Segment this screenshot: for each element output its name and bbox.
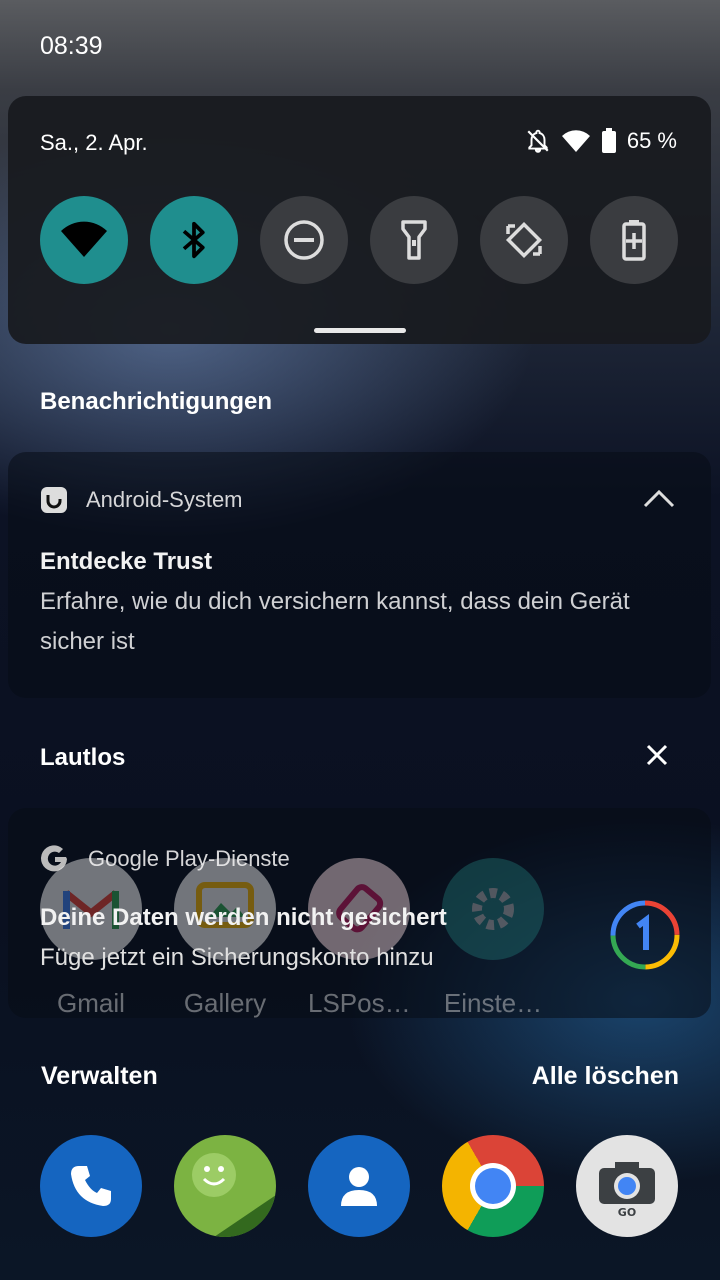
bluetooth-icon — [182, 221, 205, 259]
wifi-status-icon — [561, 129, 591, 153]
silent-notification-title: Deine Daten werden nicht gesichert — [40, 904, 447, 931]
battery-saver-tile[interactable] — [590, 196, 678, 284]
close-icon — [646, 744, 668, 766]
camera-go-icon[interactable]: GO — [576, 1135, 678, 1237]
messaging-icon[interactable] — [174, 1135, 276, 1237]
notification-card-android-system[interactable]: Android-System Entdecke Trust Erfahre, w… — [8, 452, 711, 698]
app-label: Gallery — [183, 988, 267, 1018]
silent-notification-text: Füge jetzt ein Sicherungskonto hinzu — [40, 944, 434, 971]
clear-all-button[interactable]: Alle löschen — [532, 1062, 679, 1091]
app-label: Einste… — [443, 988, 543, 1018]
quick-settings-panel: Sa., 2. Apr. 65 % — [8, 96, 711, 344]
notifications-off-icon — [525, 128, 551, 154]
wifi-icon — [61, 221, 107, 257]
flashlight-icon — [401, 220, 427, 260]
status-time: 08:39 — [40, 32, 103, 60]
bluetooth-tile[interactable] — [150, 196, 238, 284]
auto-rotate-icon — [505, 221, 543, 259]
auto-rotate-tile[interactable] — [480, 196, 568, 284]
dock: GO — [40, 1135, 678, 1237]
google-one-icon — [608, 898, 682, 977]
battery-percent: 65 % — [626, 128, 677, 153]
dismiss-silent-button[interactable] — [646, 744, 668, 771]
do-not-disturb-tile[interactable] — [260, 196, 348, 284]
battery-icon — [601, 128, 617, 154]
phone-icon[interactable] — [40, 1135, 142, 1237]
android-system-icon — [41, 487, 67, 513]
notification-title: Entdecke Trust — [40, 548, 213, 575]
app-label: Gmail — [57, 988, 125, 1018]
quick-settings-tiles — [40, 196, 678, 284]
notifications-header: Benachrichtigungen — [40, 388, 273, 415]
notification-app-name: Android-System — [86, 487, 243, 512]
qs-date[interactable]: Sa., 2. Apr. — [40, 130, 148, 156]
notification-app-row: Android-System — [40, 486, 243, 514]
do-not-disturb-icon — [284, 220, 324, 260]
manage-button[interactable]: Verwalten — [41, 1062, 158, 1091]
contacts-icon[interactable] — [308, 1135, 410, 1237]
notification-text: Erfahre, wie du dich versichern kannst, … — [40, 588, 630, 655]
battery-saver-icon — [622, 220, 646, 261]
wifi-tile[interactable] — [40, 196, 128, 284]
collapse-chevron-icon[interactable] — [643, 488, 675, 508]
camera-go-badge: GO — [618, 1206, 636, 1218]
qs-status-icons: 65 % — [525, 128, 677, 154]
app-label: LSPos… — [308, 988, 411, 1018]
expand-handle[interactable] — [314, 328, 406, 333]
chrome-icon[interactable] — [442, 1135, 544, 1237]
silent-header: Lautlos — [40, 744, 126, 771]
flashlight-tile[interactable] — [370, 196, 458, 284]
